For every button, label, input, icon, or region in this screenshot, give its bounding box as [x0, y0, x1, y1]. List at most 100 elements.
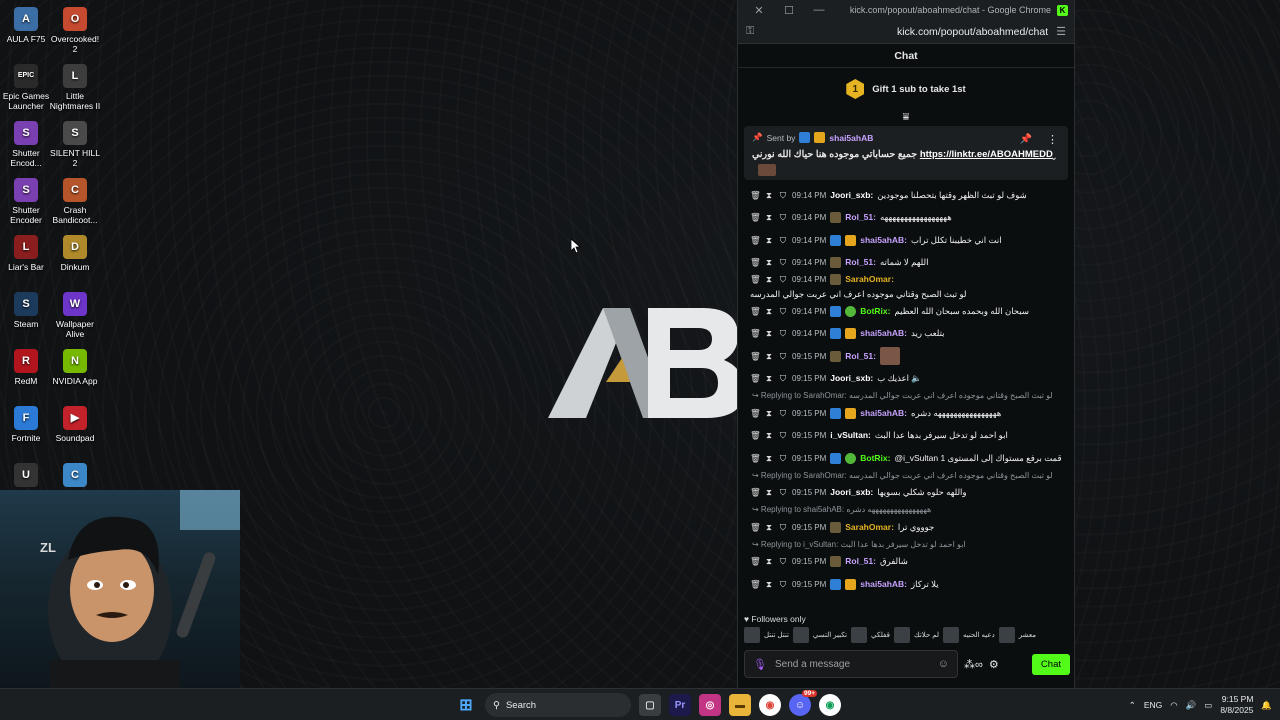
chat-message[interactable]: 🗑 ⧗ ⛉ 09:15 PM BotRix: @i_vSultan قمت برفع مس… — [750, 447, 1066, 470]
ban-icon[interactable]: ⛉ — [778, 274, 788, 285]
delete-message-icon[interactable]: 🗑 — [750, 430, 761, 441]
message-username[interactable]: shai5ahAB: — [860, 235, 907, 246]
message-username[interactable]: shai5ahAB: — [860, 408, 907, 419]
desktop-icon[interactable]: ▶ Soundpad — [49, 406, 101, 443]
emote-thumb[interactable] — [851, 627, 868, 643]
delete-message-icon[interactable]: 🗑 — [750, 487, 761, 498]
chat-message[interactable]: 🗑 ⧗ ⛉ 09:15 PM shai5ahAB: يلا تركاز — [750, 573, 1066, 596]
timeout-icon[interactable]: ⧗ — [764, 579, 774, 590]
delete-message-icon[interactable]: 🗑 — [750, 453, 761, 464]
desktop-icon[interactable]: S Steam — [0, 292, 52, 329]
filter-icon[interactable]: ⩸ — [738, 110, 1074, 124]
desktop-icon[interactable]: D Dinkum — [49, 235, 101, 272]
discord-icon[interactable]: ☺ 99+ — [789, 690, 817, 716]
timeout-icon[interactable]: ⧗ — [764, 190, 774, 201]
delete-message-icon[interactable]: 🗑 — [750, 235, 761, 246]
message-username[interactable]: shai5ahAB: — [860, 328, 907, 339]
delete-message-icon[interactable]: 🗑 — [750, 351, 761, 362]
desktop-icon[interactable]: W Wallpaper Alive — [49, 292, 101, 339]
taskbar-search[interactable]: ⚲ Search — [485, 693, 631, 717]
file-explorer-icon[interactable]: ▬ — [729, 694, 751, 716]
chat-message[interactable]: 🗑 ⧗ ⛉ 09:15 PM Rol_51: — [750, 345, 1066, 368]
delete-message-icon[interactable]: 🗑 — [750, 579, 761, 590]
maximize-window-button[interactable]: ☐ — [774, 4, 804, 17]
delete-message-icon[interactable]: 🗑 — [750, 212, 761, 223]
message-username[interactable]: Joori_sxb: — [830, 190, 873, 201]
battery-icon[interactable]: ▭ — [1204, 700, 1212, 711]
message-username[interactable]: Rol_51: — [845, 351, 876, 362]
reply-context[interactable]: ↪ Replying to SarahOmar: لو تبث الصبح وق… — [750, 470, 1066, 482]
timeout-icon[interactable]: ⧗ — [764, 373, 774, 384]
timeout-icon[interactable]: ⧗ — [764, 351, 774, 362]
timeout-icon[interactable]: ⧗ — [764, 235, 774, 246]
timeout-icon[interactable]: ⧗ — [764, 408, 774, 419]
delete-message-icon[interactable]: 🗑 — [750, 408, 761, 419]
message-username[interactable]: SarahOmar: — [845, 274, 894, 285]
url-text[interactable]: kick.com/popout/aboahmed/chat — [754, 26, 1056, 38]
timeout-icon[interactable]: ⧗ — [764, 556, 774, 567]
timeout-icon[interactable]: ⧗ — [764, 487, 774, 498]
chat-message[interactable]: 🗑 ⧗ ⛉ 09:14 PM shai5ahAB: انت اني خطيبنا تكلل… — [750, 229, 1066, 252]
more-options-icon[interactable]: ⋮ — [1047, 133, 1058, 146]
message-username[interactable]: Rol_51: — [845, 212, 876, 223]
delete-message-icon[interactable]: 🗑 — [750, 556, 761, 567]
reply-context[interactable]: ↪ Replying to shai5ahAB: ههههههههههههههه… — [750, 504, 1066, 516]
instagram-icon[interactable]: ◎ — [699, 694, 721, 716]
timeout-icon[interactable]: ⧗ — [764, 522, 774, 533]
channel-points-icon[interactable]: ⁂∞ — [964, 658, 983, 671]
chat-message[interactable]: 🗑 ⧗ ⛉ 09:14 PM shai5ahAB: بتلعب ريد — [750, 323, 1066, 346]
message-username[interactable]: shai5ahAB: — [860, 579, 907, 590]
chat-message[interactable]: 🗑 ⧗ ⛉ 09:14 PM Rol_51: هههههههههههههههههه — [750, 207, 1066, 230]
ban-icon[interactable]: ⛉ — [778, 430, 788, 441]
chat-message[interactable]: 🗑 ⧗ ⛉ 09:14 PM Rol_51: اللهم لا شماته — [750, 252, 1066, 275]
ban-icon[interactable]: ⛉ — [778, 306, 788, 317]
emoji-icon[interactable]: ☺ — [938, 658, 949, 670]
taskbar-clock[interactable]: 9:15 PM 8/8/2025 — [1220, 694, 1253, 716]
desktop-icon[interactable]: L Liar's Bar — [0, 235, 52, 272]
message-username[interactable]: Joori_sxb: — [830, 487, 873, 498]
timeout-icon[interactable]: ⧗ — [764, 328, 774, 339]
ban-icon[interactable]: ⛉ — [778, 351, 788, 362]
ban-icon[interactable]: ⛉ — [778, 556, 788, 567]
message-input-box[interactable]: 🎙 ☺ — [744, 650, 958, 678]
delete-message-icon[interactable]: 🗑 — [750, 522, 761, 533]
ban-icon[interactable]: ⛉ — [778, 190, 788, 201]
delete-message-icon[interactable]: 🗑 — [750, 328, 761, 339]
message-username[interactable]: Rol_51: — [845, 257, 876, 268]
pinned-link[interactable]: https://linktr.ee/ABOAHMEDD — [920, 149, 1053, 160]
ban-icon[interactable]: ⛉ — [778, 487, 788, 498]
volume-icon[interactable]: 🔊 — [1186, 700, 1197, 711]
wifi-icon[interactable]: ◠ — [1170, 700, 1177, 711]
delete-message-icon[interactable]: 🗑 — [750, 257, 761, 268]
task-view-icon[interactable]: ▢ — [639, 694, 661, 716]
message-username[interactable]: SarahOmar: — [845, 522, 894, 533]
desktop-icon[interactable]: L Little Nightmares II — [49, 64, 101, 111]
reply-context[interactable]: ↪ Replying to i_vSultan: ابو احمد لو تدخ… — [750, 539, 1066, 551]
chat-message[interactable]: 🗑 ⧗ ⛉ 09:15 PM Joori_sxb: واللهه حلوه شكلي بس… — [750, 482, 1066, 505]
chrome-icon[interactable]: ◉ — [759, 694, 781, 716]
message-username[interactable]: BotRix: — [860, 306, 890, 317]
pinned-user[interactable]: shai5ahAB — [829, 133, 873, 143]
chat-message[interactable]: 🗑 ⧗ ⛉ 09:15 PM Rol_51: شالفرق — [750, 551, 1066, 574]
message-username[interactable]: BotRix: — [860, 453, 890, 464]
chat-message[interactable]: 🗑 ⧗ ⛉ 09:15 PM shai5ahAB: ههههههههههههههههه د… — [750, 402, 1066, 425]
ban-icon[interactable]: ⛉ — [778, 257, 788, 268]
emote-thumb[interactable] — [744, 627, 760, 643]
message-username[interactable]: Rol_51: — [845, 556, 876, 567]
premiere-pro-icon[interactable]: Pr — [669, 694, 691, 716]
timeout-icon[interactable]: ⧗ — [764, 274, 774, 285]
desktop-icon[interactable]: S SILENT HILL 2 — [49, 121, 101, 168]
site-info-icon[interactable]: ⚿ — [746, 25, 754, 38]
delete-message-icon[interactable]: 🗑 — [750, 190, 761, 201]
desktop-icon[interactable]: N NVIDIA App — [49, 349, 101, 386]
chat-message[interactable]: 🗑 ⧗ ⛉ 09:14 PM BotRix: سبحان الله وبحمده سبحا… — [750, 300, 1066, 323]
desktop-icon[interactable]: F Fortnite — [0, 406, 52, 443]
ban-icon[interactable]: ⛉ — [778, 579, 788, 590]
timeout-icon[interactable]: ⧗ — [764, 453, 774, 464]
timeout-icon[interactable]: ⧗ — [764, 306, 774, 317]
windows-start-icon[interactable]: ⊞ — [455, 694, 477, 716]
delete-message-icon[interactable]: 🗑 — [750, 274, 761, 285]
ban-icon[interactable]: ⛉ — [778, 328, 788, 339]
emote-thumb[interactable] — [998, 627, 1015, 643]
tune-icon[interactable]: ☰ — [1056, 25, 1066, 38]
